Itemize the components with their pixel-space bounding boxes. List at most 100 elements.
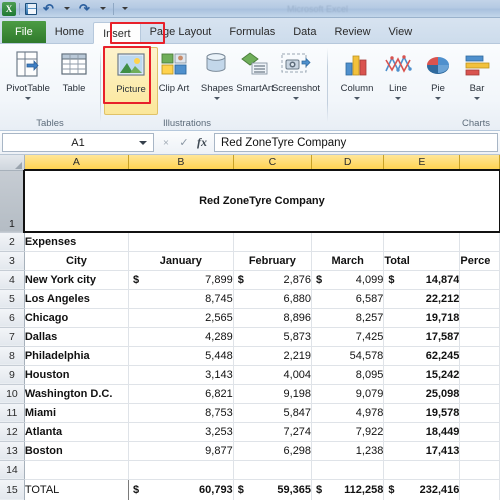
cell-january[interactable]: 6,821 <box>128 384 234 404</box>
row-header-2[interactable]: 2 <box>0 232 25 252</box>
cell-february[interactable]: 6,880 <box>233 289 313 309</box>
row-header-1[interactable]: 1 <box>0 170 25 233</box>
ribbon-button-table[interactable]: Table <box>47 47 101 115</box>
cell-f2[interactable] <box>459 232 500 252</box>
row-header-11[interactable]: 11 <box>0 403 25 423</box>
cell-march[interactable]: 7,922 <box>311 422 385 442</box>
cell-city[interactable]: Los Angeles <box>24 289 130 309</box>
tab-file[interactable]: File <box>2 21 46 43</box>
line-chart-dropdown-icon[interactable] <box>395 96 401 100</box>
cell-c2[interactable] <box>233 232 313 252</box>
enter-formula-icon[interactable]: ✓ <box>175 134 193 152</box>
cell-percentage[interactable] <box>459 365 500 385</box>
cell-percentage[interactable] <box>459 289 500 309</box>
customize-qat-icon[interactable] <box>117 1 132 16</box>
save-icon[interactable] <box>23 1 38 16</box>
row-header-4[interactable]: 4 <box>0 270 25 290</box>
cell-march[interactable]: 7,425 <box>311 327 385 347</box>
cell-city[interactable]: Houston <box>24 365 130 385</box>
tab-review[interactable]: Review <box>325 21 379 43</box>
row-header-9[interactable]: 9 <box>0 365 25 385</box>
cell-january[interactable]: 8,753 <box>128 403 234 423</box>
cell-march[interactable]: 54,578 <box>311 346 385 366</box>
cell-e14[interactable] <box>383 460 461 480</box>
cell-city[interactable]: Dallas <box>24 327 130 347</box>
cell-b2[interactable] <box>128 232 234 252</box>
cell-percentage[interactable] <box>459 441 500 461</box>
cell-d14[interactable] <box>311 460 385 480</box>
cell-march[interactable]: 1,238 <box>311 441 385 461</box>
cell-total-march[interactable]: $112,258 <box>311 479 385 500</box>
row-header-12[interactable]: 12 <box>0 422 25 442</box>
cell-march[interactable]: 6,587 <box>311 289 385 309</box>
cell-percentage[interactable] <box>459 403 500 423</box>
cell-total[interactable]: 19,578 <box>383 403 461 423</box>
cell-february[interactable]: 7,274 <box>233 422 313 442</box>
cell-total[interactable]: 25,098 <box>383 384 461 404</box>
column-chart-dropdown-icon[interactable] <box>354 96 360 100</box>
cell-total[interactable]: $14,874 <box>383 270 461 290</box>
tab-data[interactable]: Data <box>284 21 325 43</box>
column-header-f[interactable] <box>459 155 500 171</box>
redo-dropdown-icon[interactable] <box>95 1 110 16</box>
cell-march[interactable]: 9,079 <box>311 384 385 404</box>
shapes-dropdown-icon[interactable] <box>214 96 220 100</box>
cell-february[interactable]: 4,004 <box>233 365 313 385</box>
row-header-14[interactable]: 14 <box>0 460 25 480</box>
cell-city[interactable]: Boston <box>24 441 130 461</box>
header-total[interactable]: Total <box>383 251 461 271</box>
cell-city[interactable]: Chicago <box>24 308 130 328</box>
cell-total-january[interactable]: $60,793 <box>128 479 234 500</box>
column-header-a[interactable]: A <box>24 155 130 171</box>
cell-a2-expenses[interactable]: Expenses <box>24 232 130 252</box>
cell-january[interactable]: 3,253 <box>128 422 234 442</box>
cell-total[interactable]: 15,242 <box>383 365 461 385</box>
cell-d2[interactable] <box>311 232 385 252</box>
cell-february[interactable]: $2,876 <box>233 270 313 290</box>
cell-february[interactable]: 5,847 <box>233 403 313 423</box>
cell-a1-title[interactable]: Red ZoneTyre Company <box>23 169 500 233</box>
header-january[interactable]: January <box>128 251 234 271</box>
row-header-10[interactable]: 10 <box>0 384 25 404</box>
cell-march[interactable]: 8,257 <box>311 308 385 328</box>
tab-formulas[interactable]: Formulas <box>220 21 284 43</box>
cell-january[interactable]: 9,877 <box>128 441 234 461</box>
cell-january[interactable]: 5,448 <box>128 346 234 366</box>
insert-function-icon[interactable]: fx <box>193 134 211 152</box>
row-header-8[interactable]: 8 <box>0 346 25 366</box>
cell-march[interactable]: $4,099 <box>311 270 385 290</box>
cell-february[interactable]: 5,873 <box>233 327 313 347</box>
tab-home[interactable]: Home <box>46 21 93 43</box>
row-header-5[interactable]: 5 <box>0 289 25 309</box>
cell-b14[interactable] <box>128 460 234 480</box>
cell-total-percentage[interactable] <box>459 479 500 500</box>
tab-insert[interactable]: Insert <box>93 22 141 44</box>
column-header-e[interactable]: E <box>383 155 461 171</box>
bar-chart-dropdown-icon[interactable] <box>474 96 480 100</box>
pie-chart-dropdown-icon[interactable] <box>435 96 441 100</box>
screenshot-dropdown-icon[interactable] <box>293 96 299 100</box>
cell-city[interactable]: Atlanta <box>24 422 130 442</box>
header-february[interactable]: February <box>233 251 313 271</box>
cell-total[interactable]: 22,212 <box>383 289 461 309</box>
cell-total[interactable]: 62,245 <box>383 346 461 366</box>
cell-january[interactable]: 8,745 <box>128 289 234 309</box>
cell-city[interactable]: Miami <box>24 403 130 423</box>
tab-page-layout[interactable]: Page Layout <box>141 21 221 43</box>
cell-percentage[interactable] <box>459 346 500 366</box>
cell-e2[interactable] <box>383 232 461 252</box>
tab-view[interactable]: View <box>380 21 422 43</box>
cell-january[interactable]: 2,565 <box>128 308 234 328</box>
cell-percentage[interactable] <box>459 384 500 404</box>
column-header-d[interactable]: D <box>311 155 385 171</box>
cell-city[interactable]: New York city <box>24 270 130 290</box>
cell-january[interactable]: $7,899 <box>128 270 234 290</box>
cell-total-label[interactable]: TOTAL <box>23 478 130 500</box>
cell-february[interactable]: 2,219 <box>233 346 313 366</box>
ribbon-button-bar-chart[interactable]: Bar <box>450 47 500 115</box>
cell-a14[interactable] <box>24 460 130 480</box>
redo-icon[interactable]: ↷ <box>77 1 92 16</box>
name-box[interactable]: A1 <box>2 133 154 152</box>
cell-total[interactable]: 18,449 <box>383 422 461 442</box>
cell-city[interactable]: Washington D.C. <box>24 384 130 404</box>
